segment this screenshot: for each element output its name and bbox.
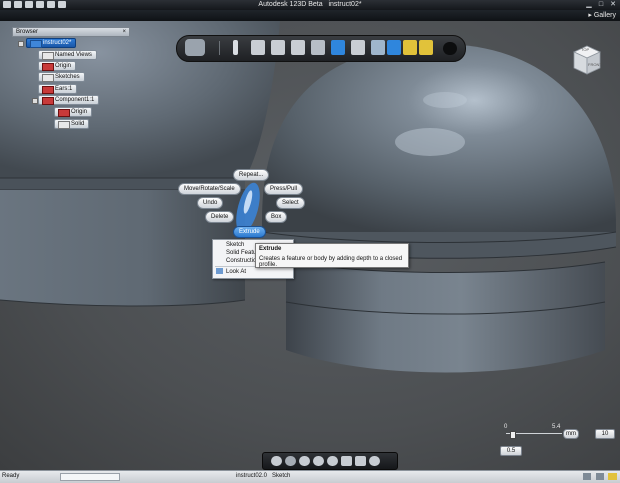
tree-item-component-origin[interactable]: Origin xyxy=(54,107,93,117)
component-icon xyxy=(42,86,54,94)
delete-button[interactable]: Delete xyxy=(205,211,235,223)
construct-icon[interactable] xyxy=(291,40,305,55)
navigation-bar xyxy=(262,452,398,470)
extrude-tooltip: Extrude Creates a feature or body by add… xyxy=(255,243,409,268)
folder-icon xyxy=(42,74,54,82)
unit-button[interactable]: mm xyxy=(563,429,579,439)
maximize-icon[interactable]: □ xyxy=(596,1,606,9)
box-button[interactable]: Box xyxy=(265,211,288,223)
tree-root[interactable]: instruct02* xyxy=(26,38,77,48)
move-rotate-scale-button[interactable]: Move/Rotate/Scale xyxy=(178,183,241,195)
tree-item-component1[interactable]: Component1:1 xyxy=(38,95,100,105)
grouping-icon[interactable] xyxy=(351,40,365,55)
pan-icon[interactable] xyxy=(299,456,310,466)
component-icon xyxy=(42,97,54,105)
tree-item-label: Origin xyxy=(71,109,88,115)
sketch-icon[interactable] xyxy=(271,40,285,55)
modify-icon[interactable] xyxy=(311,40,325,55)
tree-item-solid[interactable]: Solid xyxy=(54,119,90,129)
tree-item-origin[interactable]: Origin xyxy=(38,61,77,71)
snap-value-field[interactable]: 0.5 xyxy=(500,446,522,456)
tree-item-label: Component1:1 xyxy=(55,97,95,103)
status-icon-1[interactable] xyxy=(583,473,591,480)
viewcube-top-label: TOP xyxy=(581,47,590,52)
minimize-icon[interactable]: ▁ xyxy=(584,1,594,9)
grid-size-field[interactable]: 10 xyxy=(595,429,615,439)
snap-icon[interactable] xyxy=(419,40,433,55)
combine-icon[interactable] xyxy=(371,40,385,55)
browser-title: Browser xyxy=(16,29,39,35)
context-item-look-at[interactable]: Look At xyxy=(226,268,246,276)
tooltip-description: Creates a feature or body by adding dept… xyxy=(259,256,403,268)
select-button[interactable]: Select xyxy=(276,197,305,209)
tree-item-named-views[interactable]: Named Views xyxy=(38,50,97,60)
tree-item-label: Named Views xyxy=(55,52,92,58)
close-icon[interactable]: ✕ xyxy=(608,1,618,9)
expand-icon[interactable] xyxy=(18,41,24,47)
tree-item-sketches[interactable]: Sketches xyxy=(38,72,85,82)
grid-slider-handle[interactable] xyxy=(510,431,516,439)
grid-controls: 0 5.4 mm 10 0.5 xyxy=(498,424,620,458)
gallery-label: Gallery xyxy=(593,12,616,19)
browser-close-icon[interactable]: × xyxy=(122,28,126,36)
app-name: Autodesk 123D Beta xyxy=(258,1,323,8)
tree-item-label: Solid xyxy=(71,121,85,127)
viewcube[interactable]: TOP FRONT xyxy=(572,44,602,75)
tooltip-title: Extrude xyxy=(259,246,282,252)
folder-icon xyxy=(42,52,54,60)
visual-style-icon[interactable] xyxy=(341,456,352,466)
status-ready: Ready xyxy=(2,473,20,479)
status-bar: Ready instruct02.0 Sketch xyxy=(0,470,620,483)
model-viewport[interactable]: Browser × instruct02* Named Views Origin… xyxy=(0,21,620,470)
grid-tick-max: 5.4 xyxy=(552,424,561,430)
status-document: instruct02.0 xyxy=(236,473,268,479)
primitive-box-icon[interactable] xyxy=(251,40,265,55)
progress-bar xyxy=(60,473,120,481)
browser-panel: Browser × xyxy=(12,27,130,37)
viewcube-front-label: FRONT xyxy=(588,62,602,67)
tab-strip: ▸ Gallery xyxy=(0,10,620,21)
press-pull-button[interactable]: Press/Pull xyxy=(264,183,304,195)
document-name: instruct02* xyxy=(328,1,362,8)
status-icon-3[interactable] xyxy=(608,473,617,480)
extrude-button[interactable]: Extrude xyxy=(233,226,266,238)
toolbar-divider xyxy=(219,41,220,55)
app-logo-icon[interactable] xyxy=(185,39,205,56)
title-bar: Autodesk 123D Beta instruct02* ▁ □ ✕ xyxy=(0,0,620,10)
tree-root-label: instruct02* xyxy=(43,40,72,46)
origin-icon xyxy=(42,63,54,71)
grid-toggle-icon[interactable] xyxy=(355,456,366,466)
window-title: Autodesk 123D Beta instruct02* xyxy=(0,1,620,8)
measure-icon[interactable] xyxy=(387,40,401,55)
tree-item-label: Ears:1 xyxy=(55,86,73,92)
status-icon-2[interactable] xyxy=(596,473,604,480)
grid-tick-min: 0 xyxy=(504,424,508,430)
pen-icon[interactable] xyxy=(233,40,238,55)
repeat-button[interactable]: Repeat... xyxy=(233,169,270,181)
text-icon[interactable] xyxy=(403,40,417,55)
gallery-button[interactable]: ▸ Gallery xyxy=(588,11,616,19)
browser-header: Browser × xyxy=(12,27,130,37)
tree-item-label: Sketches xyxy=(55,74,80,80)
solid-icon xyxy=(58,121,70,129)
orbit-icon[interactable] xyxy=(271,456,282,466)
main-toolbar xyxy=(176,35,466,62)
undo-button[interactable]: Undo xyxy=(197,197,224,209)
material-icon[interactable] xyxy=(369,456,380,466)
origin-icon xyxy=(58,109,70,117)
status-mode: Sketch xyxy=(272,473,291,479)
fit-icon[interactable] xyxy=(327,456,338,466)
toolbar-grip-icon[interactable] xyxy=(443,42,457,55)
look-at-icon xyxy=(216,268,223,274)
tree-item-label: Origin xyxy=(55,63,72,69)
tree-item-ears[interactable]: Ears:1 xyxy=(38,84,78,94)
pattern-icon[interactable] xyxy=(331,40,345,55)
context-item-sketch[interactable]: Sketch xyxy=(226,241,244,249)
zoom-icon[interactable] xyxy=(313,456,324,466)
document-icon xyxy=(30,40,42,48)
look-icon[interactable] xyxy=(285,456,296,466)
